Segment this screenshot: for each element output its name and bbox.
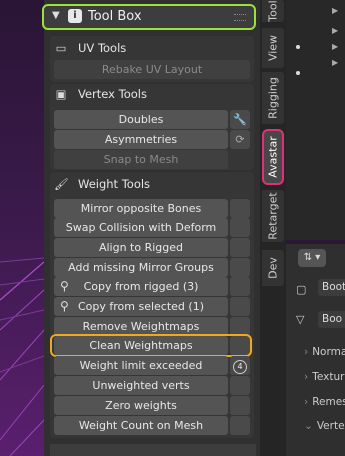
align-rigged-option[interactable] [230,238,250,257]
uv-tools-label: UV Tools [78,41,127,55]
weight-limit-badge: 4 [233,360,247,374]
swap-collision-option[interactable] [230,218,250,237]
pin-icon[interactable]: ▢ [296,283,306,296]
chevron-right-icon: › [304,371,309,383]
toolbox-header[interactable]: ▼ i Tool Box [42,4,256,30]
tab-dev-label: Dev [266,257,280,279]
outliner-row[interactable] [286,66,345,82]
properties-section[interactable]: › Norma [304,346,345,358]
chevron-down-icon: ⌄ [304,420,313,432]
asymmetries-button[interactable]: Asymmetries [54,130,228,149]
weight-limit-button[interactable]: Weight limit exceeded [54,356,228,375]
mirror-bones-option[interactable] [230,199,250,218]
vertex-tools-label: Vertex Tools [78,87,147,101]
object-dot-icon [296,71,300,75]
add-mirror-groups-button[interactable]: Add missing Mirror Groups [54,258,228,277]
weight-tools-label: Weight Tools [78,177,151,191]
mesh-icon[interactable]: ▽ [296,313,304,326]
weight-count-option[interactable] [230,416,250,435]
properties-section[interactable]: › Remes [304,396,345,408]
add-mirror-groups-option[interactable] [230,258,250,277]
drag-grip-icon[interactable] [234,14,246,21]
section-label: Norma [312,346,345,358]
info-icon: i [68,9,82,23]
tab-avastar[interactable]: Avastar [262,129,284,185]
mesh-name-field[interactable]: Boo [318,311,345,328]
wrench-icon[interactable]: 🔧 [230,110,250,129]
uv-icon: ▭ [55,41,67,55]
clean-weightmaps-highlight [50,334,252,357]
copy-from-rigged-option[interactable] [230,277,250,296]
copy-from-selected-button[interactable]: ⚲ Copy from selected (1) [54,297,228,316]
tab-avastar-label: Avastar [266,136,280,178]
align-rigged-button[interactable]: Align to Rigged [54,238,228,257]
outliner-row[interactable]: ▶ [286,40,345,56]
weight-count-button[interactable]: Weight Count on Mesh [54,416,228,435]
copy-from-selected-label: Copy from selected (1) [77,300,204,313]
tab-tool[interactable]: Tool [262,0,284,22]
copy-from-rigged-button[interactable]: ⚲ Copy from rigged (3) [54,277,228,296]
swap-collision-button[interactable]: Swap Collision with Deform [54,218,228,237]
section-label: Textur [312,371,345,383]
object-name-field[interactable]: Boots [318,279,345,296]
tab-retarget-label: Retarget [266,192,280,240]
zero-weights-button[interactable]: Zero weights [54,396,228,415]
copy-from-selected-option[interactable] [230,297,250,316]
chevron-right-icon: › [304,346,309,358]
tab-view[interactable]: View [262,28,284,68]
vertex-tools-heading: ▣ Vertex Tools [54,87,147,101]
uv-tools-heading: ▭ UV Tools [54,41,127,55]
tab-dev[interactable]: Dev [262,250,284,286]
object-dot-icon [296,45,300,49]
doubles-button[interactable]: Doubles [54,110,228,129]
refresh-icon[interactable]: ⟳ [230,130,250,149]
expand-arrow-icon[interactable]: ▶ [332,26,338,35]
weight-tools-heading: 🖌 Weight Tools [54,177,150,191]
section-label: Remes [312,396,345,408]
weight-limit-count: 4 [230,356,250,375]
tab-rigging[interactable]: Rigging [262,72,284,124]
chevron-down-icon[interactable]: ▼ [52,10,60,21]
expand-arrow-icon[interactable]: ▶ [332,6,338,15]
properties-toggle[interactable]: ⇅ ▾ [298,249,326,267]
bone-icon: ⚲ [60,299,69,313]
expand-arrow-icon[interactable]: ▶ [332,42,338,51]
tab-rigging-label: Rigging [266,77,280,119]
snap-to-mesh-button[interactable]: Snap to Mesh [54,150,228,169]
tab-view-label: View [266,34,280,62]
brush-icon: 🖌 [54,177,69,191]
chevron-right-icon: › [304,396,309,408]
properties-section[interactable]: ⌄Vertex [304,420,345,432]
outliner-row[interactable]: ▶ [286,24,345,40]
viewport-grid [0,257,44,456]
outliner-row[interactable]: ▶ [286,4,345,20]
properties-section[interactable]: › Textur [304,371,344,383]
vertex-icon: ▣ [55,87,67,101]
tab-tool-label: Tool [266,0,280,22]
mirror-bones-button[interactable]: Mirror opposite Bones [54,199,228,218]
toolbox-title: Tool Box [88,9,142,24]
bone-icon: ⚲ [60,279,69,293]
unweighted-verts-option[interactable] [230,376,250,395]
unweighted-verts-button[interactable]: Unweighted verts [54,376,228,395]
zero-weights-option[interactable] [230,396,250,415]
next-panel-header[interactable] [50,444,256,456]
rebake-uv-button[interactable]: Rebake UV Layout [54,60,250,79]
tab-retarget[interactable]: Retarget [262,190,284,242]
copy-from-rigged-label: Copy from rigged (3) [83,280,199,293]
3d-viewport[interactable] [0,0,44,456]
section-label: Vertex [316,420,345,432]
